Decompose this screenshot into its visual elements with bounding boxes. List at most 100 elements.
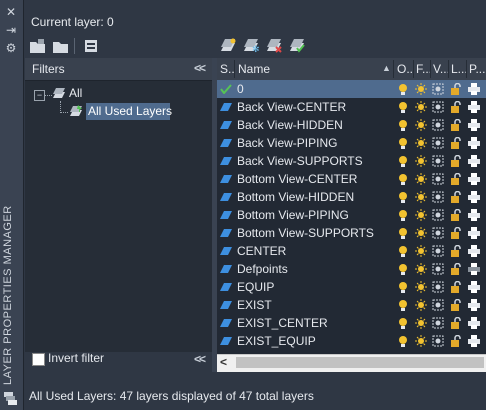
unlocked-icon[interactable]	[450, 335, 462, 347]
printer-icon[interactable]	[468, 173, 480, 185]
sun-thawed-icon[interactable]	[415, 299, 427, 311]
layer-row[interactable]: EXIST_CENTER	[217, 314, 486, 332]
collapse-filters-bottom-icon[interactable]: <<	[194, 352, 206, 366]
lightbulb-on-icon[interactable]	[397, 317, 409, 329]
layer-name[interactable]: EXIST_CENTER	[237, 316, 328, 330]
lightbulb-on-icon[interactable]	[397, 101, 409, 113]
layer-states-manager-icon[interactable]	[83, 38, 101, 54]
vp-freeze-icon[interactable]	[432, 317, 444, 329]
unlocked-icon[interactable]	[450, 191, 462, 203]
lightbulb-on-icon[interactable]	[397, 281, 409, 293]
sun-thawed-icon[interactable]	[415, 83, 427, 95]
printer-icon[interactable]	[468, 299, 480, 311]
layer-name[interactable]: Back View-SUPPORTS	[237, 154, 363, 168]
printer-icon[interactable]	[468, 335, 480, 347]
sun-thawed-icon[interactable]	[415, 191, 427, 203]
layer-row[interactable]: Defpoints	[217, 260, 486, 278]
printer-icon[interactable]	[468, 155, 480, 167]
layer-row[interactable]: Bottom View-SUPPORTS	[217, 224, 486, 242]
vp-freeze-icon[interactable]	[432, 245, 444, 257]
new-layer-icon[interactable]	[219, 38, 237, 54]
layer-name[interactable]: 0	[237, 82, 244, 96]
auto-hide-icon[interactable]: ⇥	[4, 23, 18, 37]
layer-row[interactable]: 0	[217, 80, 486, 98]
layer-row[interactable]: Bottom View-PIPING	[217, 206, 486, 224]
col-on[interactable]: O..	[397, 62, 413, 76]
printer-icon[interactable]	[468, 245, 480, 257]
vp-freeze-icon[interactable]	[432, 227, 444, 239]
printer-icon[interactable]	[468, 209, 480, 221]
vp-freeze-icon[interactable]	[432, 119, 444, 131]
layer-name[interactable]: EQUIP	[237, 280, 274, 294]
vp-freeze-icon[interactable]	[432, 335, 444, 347]
lightbulb-on-icon[interactable]	[397, 245, 409, 257]
layer-name[interactable]: Defpoints	[237, 262, 288, 276]
layer-row[interactable]: EQUIP	[217, 278, 486, 296]
unlocked-icon[interactable]	[450, 173, 462, 185]
no-plot-icon[interactable]	[468, 263, 480, 275]
vp-freeze-icon[interactable]	[432, 263, 444, 275]
col-name[interactable]: Name	[238, 62, 270, 76]
unlocked-icon[interactable]	[450, 155, 462, 167]
layer-name[interactable]: Back View-PIPING	[237, 136, 337, 150]
collapse-filters-icon[interactable]: <<	[194, 61, 206, 75]
layer-name[interactable]: Bottom View-CENTER	[237, 172, 357, 186]
printer-icon[interactable]	[468, 137, 480, 149]
layer-row[interactable]: EXIST_EQUIP	[217, 332, 486, 350]
lightbulb-on-icon[interactable]	[397, 191, 409, 203]
col-status[interactable]: S..	[220, 62, 235, 76]
sun-thawed-icon[interactable]	[415, 281, 427, 293]
sun-thawed-icon[interactable]	[415, 335, 427, 347]
unlocked-icon[interactable]	[450, 263, 462, 275]
unlocked-icon[interactable]	[450, 299, 462, 311]
lightbulb-on-icon[interactable]	[397, 335, 409, 347]
lightbulb-on-icon[interactable]	[397, 299, 409, 311]
vp-freeze-icon[interactable]	[432, 137, 444, 149]
printer-icon[interactable]	[468, 191, 480, 203]
unlocked-icon[interactable]	[450, 119, 462, 131]
layer-row[interactable]: Back View-CENTER	[217, 98, 486, 116]
col-plot[interactable]: P...	[469, 62, 485, 76]
vp-freeze-icon[interactable]	[432, 101, 444, 113]
layer-name[interactable]: Bottom View-SUPPORTS	[237, 226, 374, 240]
layer-grid[interactable]: S.. Name ▲ O.. F... V... L... P... 0 Back…	[217, 58, 486, 354]
sun-thawed-icon[interactable]	[415, 101, 427, 113]
sun-thawed-icon[interactable]	[415, 173, 427, 185]
layer-name[interactable]: Bottom View-PIPING	[237, 208, 349, 222]
lightbulb-on-icon[interactable]	[397, 173, 409, 185]
palette-title-bar[interactable]: ✕ ⇥ ⚙ LAYER PROPERTIES MANAGER	[0, 0, 24, 410]
layer-row[interactable]: Back View-PIPING	[217, 134, 486, 152]
layer-row[interactable]: Bottom View-CENTER	[217, 170, 486, 188]
new-group-filter-icon[interactable]	[52, 38, 70, 54]
sun-thawed-icon[interactable]	[415, 209, 427, 221]
unlocked-icon[interactable]	[450, 245, 462, 257]
vp-freeze-icon[interactable]	[432, 209, 444, 221]
vp-freeze-icon[interactable]	[432, 83, 444, 95]
layer-name[interactable]: CENTER	[237, 244, 286, 258]
set-current-icon[interactable]	[288, 38, 306, 54]
unlocked-icon[interactable]	[450, 227, 462, 239]
layer-row[interactable]: Back View-HIDDEN	[217, 116, 486, 134]
layer-name[interactable]: EXIST	[237, 298, 272, 312]
layer-row[interactable]: EXIST	[217, 296, 486, 314]
layer-row[interactable]: CENTER	[217, 242, 486, 260]
layer-name[interactable]: Bottom View-HIDDEN	[237, 190, 354, 204]
printer-icon[interactable]	[468, 227, 480, 239]
tree-item-all[interactable]: All	[69, 86, 82, 100]
new-layer-vp-frozen-icon[interactable]: ✻	[242, 38, 260, 54]
properties-icon[interactable]: ⚙	[4, 41, 18, 55]
unlocked-icon[interactable]	[450, 317, 462, 329]
sun-thawed-icon[interactable]	[415, 137, 427, 149]
sun-thawed-icon[interactable]	[415, 263, 427, 275]
lightbulb-on-icon[interactable]	[397, 155, 409, 167]
printer-icon[interactable]	[468, 317, 480, 329]
sun-thawed-icon[interactable]	[415, 119, 427, 131]
printer-icon[interactable]	[468, 119, 480, 131]
vp-freeze-icon[interactable]	[432, 281, 444, 293]
vp-freeze-icon[interactable]	[432, 173, 444, 185]
close-icon[interactable]: ✕	[4, 5, 18, 19]
new-property-filter-icon[interactable]	[29, 38, 47, 54]
layer-row[interactable]: Bottom View-HIDDEN	[217, 188, 486, 206]
unlocked-icon[interactable]	[450, 209, 462, 221]
printer-icon[interactable]	[468, 83, 480, 95]
